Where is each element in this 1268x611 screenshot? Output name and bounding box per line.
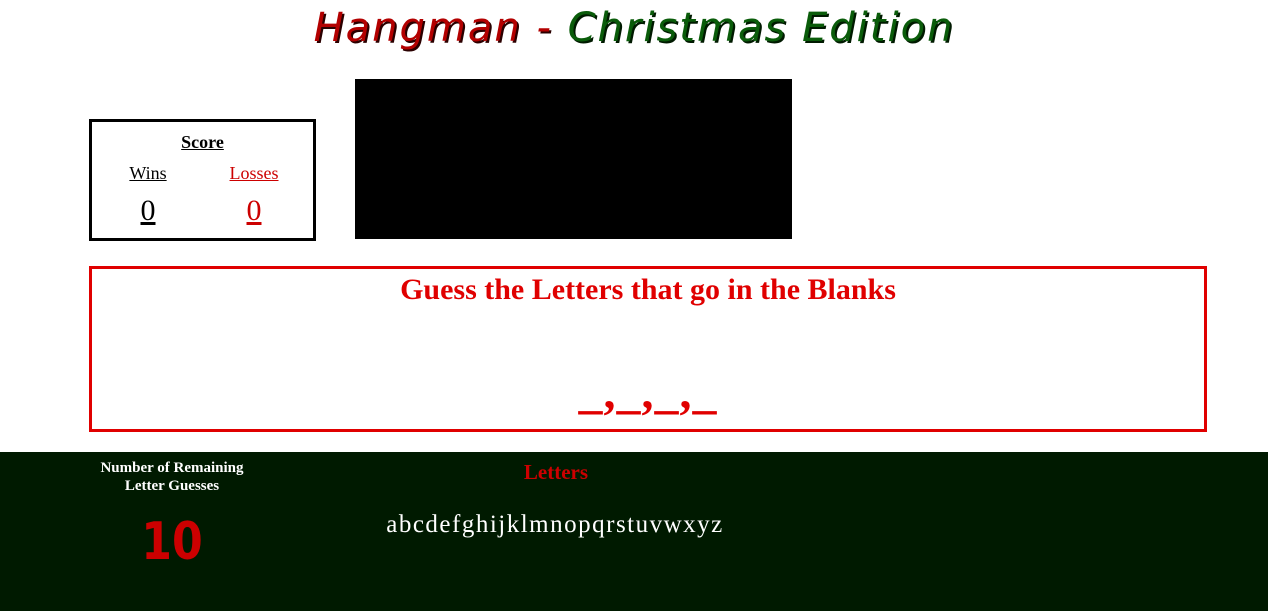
- score-heading: Score: [181, 132, 224, 152]
- remaining-guesses-label: Number of Remaining Letter Guesses: [100, 460, 244, 494]
- losses-value: 0: [246, 194, 262, 227]
- title-christmas-edition: Christmas Edition: [567, 5, 955, 51]
- guess-heading: Guess the Letters that go in the Blanks: [400, 273, 896, 306]
- losses-label: Losses: [229, 163, 279, 183]
- wins-label: Wins: [129, 163, 167, 183]
- wins-column: Wins 0: [98, 162, 198, 228]
- wins-value: 0: [140, 194, 156, 227]
- guess-box: Guess the Letters that go in the Blanks …: [89, 266, 1207, 432]
- page-title: Hangman - Christmas Edition: [0, 2, 1268, 54]
- losses-column: Losses 0: [204, 162, 304, 228]
- hangman-image-area: [355, 79, 792, 239]
- score-box: Score Wins 0 Losses 0: [89, 119, 316, 241]
- bottom-panel: Number of Remaining Letter Guesses 10 Le…: [0, 452, 1268, 611]
- letters-list: abcdefghijklmnopqrstuvwxyz: [386, 511, 724, 538]
- word-blanks: _,_,_,_: [578, 366, 718, 419]
- title-hangman: Hangman: [313, 5, 522, 51]
- title-separator: -: [521, 5, 568, 51]
- letters-heading: Letters: [523, 460, 589, 484]
- hangman-page: Hangman - Christmas Edition Score Wins 0…: [0, 0, 1268, 611]
- remaining-guesses-count: 10: [141, 512, 203, 572]
